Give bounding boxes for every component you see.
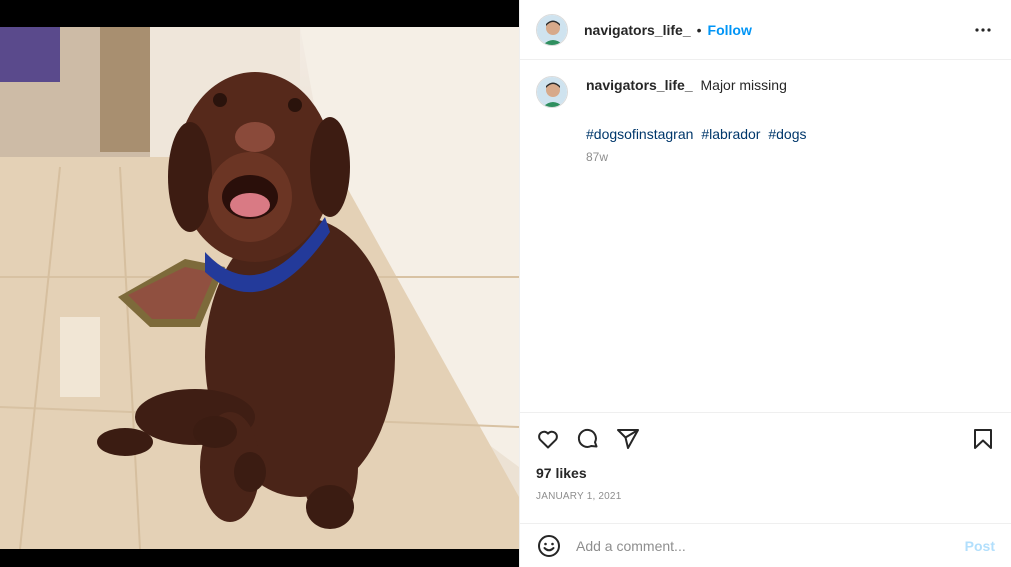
avatar[interactable] xyxy=(536,13,568,46)
follow-button[interactable]: Follow xyxy=(708,22,752,38)
separator-dot: • xyxy=(696,21,702,38)
dog-photo-illustration xyxy=(0,27,519,549)
post-username[interactable]: navigators_life_ xyxy=(584,22,691,38)
hashtag-list: #dogsofinstagran #labrador #dogs xyxy=(586,126,995,142)
more-options-icon[interactable] xyxy=(971,18,995,42)
share-icon[interactable] xyxy=(616,427,640,451)
post-date: JANUARY 1, 2021 xyxy=(536,491,622,502)
heart-icon[interactable] xyxy=(536,427,560,451)
likes-count[interactable]: 97 likes xyxy=(520,465,1011,481)
caption-body: Major missing xyxy=(700,77,787,93)
bookmark-icon[interactable] xyxy=(971,427,995,451)
post-details-panel: navigators_life_ • Follow navigators_lif… xyxy=(519,0,1011,567)
hashtag-link[interactable]: #dogs xyxy=(768,126,806,142)
caption-username[interactable]: navigators_life_ xyxy=(586,77,693,93)
caption-text: navigators_life_ Major missing xyxy=(586,76,787,94)
caption-avatar[interactable] xyxy=(536,76,568,108)
actions-section: 97 likes JANUARY 1, 2021 xyxy=(520,412,1011,502)
emoji-icon[interactable] xyxy=(536,533,562,559)
hashtag-link[interactable]: #dogsofinstagran xyxy=(586,126,693,142)
post-media xyxy=(0,0,519,567)
hashtag-link[interactable]: #labrador xyxy=(701,126,760,142)
caption: navigators_life_ Major missing #dogsofin… xyxy=(536,76,995,164)
post-comment-button[interactable]: Post xyxy=(965,538,995,554)
post-photo[interactable] xyxy=(0,27,519,549)
comment-input[interactable] xyxy=(576,537,965,554)
comment-icon[interactable] xyxy=(576,427,600,451)
caption-row: navigators_life_ Major missing xyxy=(536,76,995,108)
avatar-image xyxy=(537,14,567,45)
post-header: navigators_life_ • Follow xyxy=(520,0,1011,60)
caption-age: 87w xyxy=(586,150,609,164)
action-bar xyxy=(520,413,1011,465)
comment-bar: Post xyxy=(520,523,1011,567)
